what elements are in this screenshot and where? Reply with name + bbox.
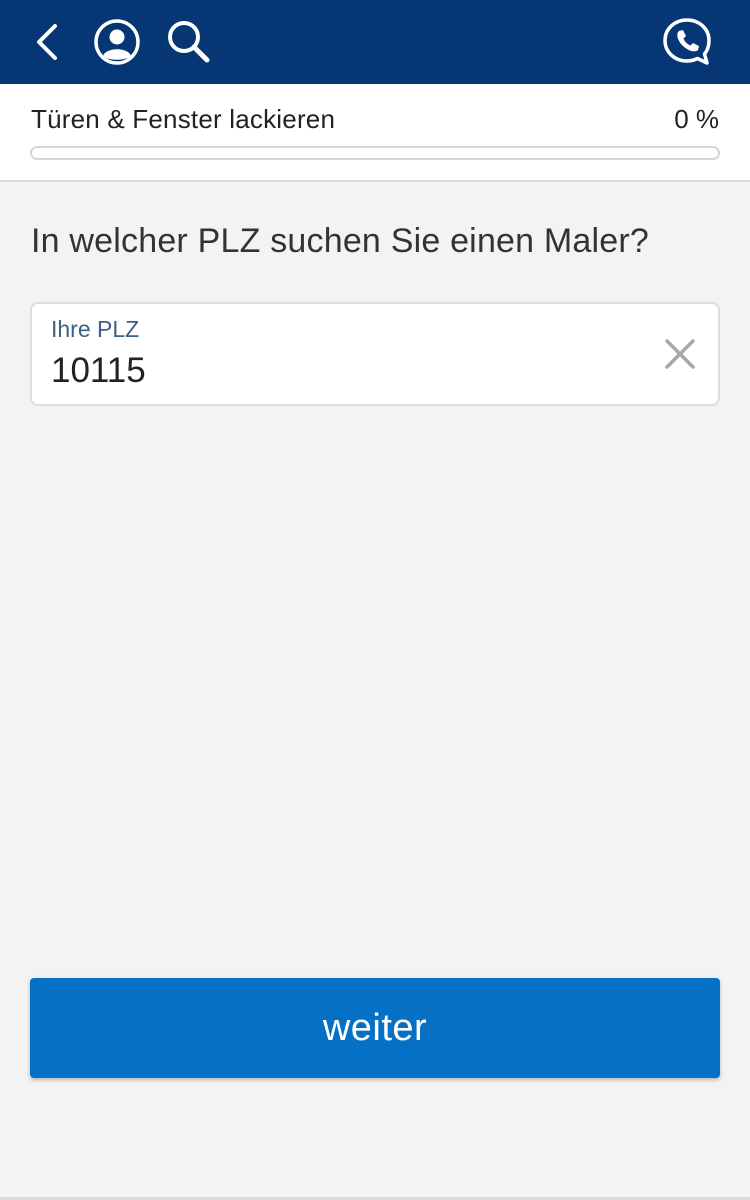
question-heading: In welcher PLZ suchen Sie einen Maler? (31, 222, 650, 260)
progress-bar (30, 146, 720, 160)
phone-chat-icon (663, 18, 711, 65)
plz-input[interactable] (51, 348, 631, 394)
top-navigation-bar (0, 0, 750, 84)
next-button[interactable]: weiter (30, 978, 720, 1078)
back-button[interactable] (14, 0, 84, 84)
plz-field-label: Ihre PLZ (51, 316, 140, 342)
close-icon (665, 339, 695, 369)
account-button[interactable] (82, 0, 152, 84)
plz-field[interactable]: Ihre PLZ (30, 302, 720, 406)
search-icon (168, 21, 210, 63)
user-circle-icon (94, 19, 140, 65)
phone-contact-button[interactable] (652, 0, 722, 84)
progress-panel: Türen & Fenster lackieren 0 % (0, 84, 750, 182)
progress-title: Türen & Fenster lackieren (31, 104, 336, 134)
chevron-left-icon (37, 24, 57, 60)
search-button[interactable] (154, 0, 224, 84)
progress-percent: 0 % (674, 104, 719, 134)
clear-input-button[interactable] (656, 330, 704, 378)
